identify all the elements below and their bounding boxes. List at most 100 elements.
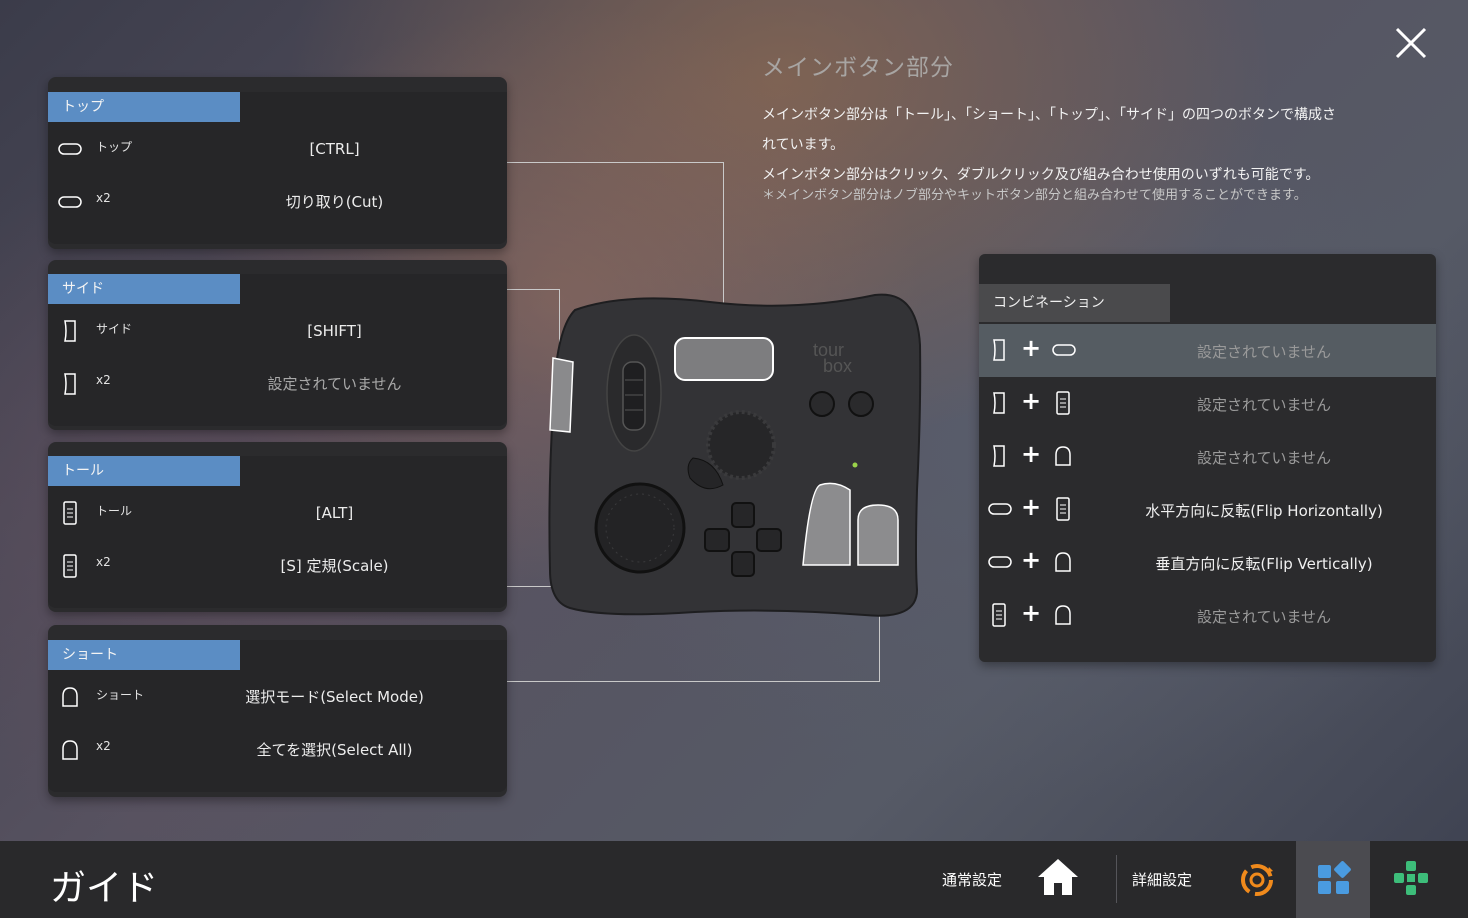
mapping-row[interactable]: x2 設定されていません: [48, 357, 507, 410]
card-title: ショート: [48, 640, 240, 670]
short-button-icon: [1055, 446, 1071, 466]
close-icon: [1395, 27, 1427, 59]
button-name: x2: [96, 555, 111, 569]
card-title: トップ: [48, 92, 240, 122]
description-line: れています。: [762, 137, 845, 153]
side-button-icon: [993, 445, 1005, 467]
plus-icon: +: [1021, 546, 1042, 574]
combination-row[interactable]: + 設定されていません: [979, 377, 1436, 430]
top-button-icon: [58, 142, 82, 155]
combination-row[interactable]: + 水平方向に反転(Flip Horizontally): [979, 483, 1436, 536]
logo-text: box: [823, 356, 852, 376]
combination-row[interactable]: + 設定されていません: [979, 589, 1436, 642]
sync-settings-button[interactable]: [1238, 861, 1276, 903]
description-note: ＊メインボタン部分はノブ部分やキットボタン部分と組み合わせて使用することができま…: [762, 188, 1307, 203]
mapping-row[interactable]: トール [ALT]: [48, 486, 507, 539]
tourbox-device: tour box: [545, 290, 930, 629]
tall-button-icon: [1056, 497, 1070, 521]
combination-panel: コンビネーション + 設定されていません + 設定されていません + 設定されて…: [979, 254, 1436, 662]
tall-button-icon: [63, 553, 77, 578]
bottom-bar: ガイド 通常設定 詳細設定: [0, 841, 1468, 918]
mapping-row[interactable]: ショート 選択モード(Select Mode): [48, 670, 507, 723]
combination-value: 設定されていません: [1196, 449, 1332, 467]
short-button: [857, 504, 899, 566]
button-name: x2: [96, 739, 111, 753]
tall-button-icon: [63, 500, 77, 525]
side-button-card: サイド サイド [SHIFT] x2 設定されていません: [48, 260, 507, 430]
guide-tab-button[interactable]: [1296, 841, 1370, 918]
side-button: [549, 357, 574, 433]
gear-sync-icon: [1241, 864, 1273, 896]
gamepad-icon: [1394, 861, 1428, 895]
short-button-icon: [62, 739, 78, 760]
description-line: メインボタン部分は「トール」、「ショート」、「トップ」、「サイド」の四つのボタン…: [762, 107, 1336, 123]
advanced-settings-link[interactable]: 詳細設定: [1132, 869, 1192, 890]
combination-row[interactable]: + 垂直方向に反転(Flip Vertically): [979, 536, 1436, 589]
combination-row[interactable]: + 設定されていません: [979, 324, 1436, 377]
mapping-row[interactable]: x2 全てを選択(Select All): [48, 723, 507, 776]
mapping-row[interactable]: x2 切り取り(Cut): [48, 175, 507, 228]
page-title: ガイド: [50, 868, 159, 909]
mapping-row[interactable]: x2 [S] 定規(Scale): [48, 539, 507, 592]
action-value: 選択モード(Select Mode): [245, 688, 424, 706]
action-value: [SHIFT]: [307, 321, 362, 340]
top-button-icon: [1052, 344, 1076, 356]
tall-button-card: トール トール [ALT] x2 [S] 定規(Scale): [48, 442, 507, 612]
plus-icon: +: [1021, 493, 1042, 521]
home-button[interactable]: [1036, 857, 1080, 901]
top-button-icon: [988, 503, 1012, 515]
grid-widget-icon: [1318, 861, 1351, 894]
gamepad-button[interactable]: [1392, 859, 1430, 901]
divider: [1116, 855, 1117, 903]
side-button-icon: [993, 339, 1005, 361]
action-value: 切り取り(Cut): [285, 193, 384, 211]
description-panel: メインボタン部分 メインボタン部分は「トール」、「ショート」、「トップ」、「サイ…: [762, 48, 1362, 206]
button-name: ショート: [96, 688, 145, 702]
action-value: 設定されていません: [267, 375, 402, 393]
button-name: サイド: [96, 322, 133, 336]
status-led: [852, 462, 858, 468]
combination-value: 設定されていません: [1196, 343, 1332, 361]
plus-icon: +: [1021, 387, 1042, 415]
normal-settings-link[interactable]: 通常設定: [942, 869, 1002, 890]
short-button-card: ショート ショート 選択モード(Select Mode) x2 全てを選択(Se…: [48, 625, 507, 797]
mapping-row[interactable]: サイド [SHIFT]: [48, 304, 507, 357]
short-button-icon: [62, 686, 78, 707]
combination-value: 設定されていません: [1196, 396, 1332, 414]
button-name: x2: [96, 191, 111, 205]
plus-icon: +: [1021, 599, 1042, 627]
button-name: トップ: [96, 140, 133, 154]
home-icon: [1038, 859, 1078, 895]
combination-value: 水平方向に反転(Flip Horizontally): [1145, 502, 1383, 520]
mapping-row[interactable]: トップ [CTRL]: [48, 122, 507, 175]
plus-icon: +: [1021, 334, 1042, 362]
combination-title: コンビネーション: [979, 284, 1170, 322]
dial: [594, 482, 686, 574]
knob: [622, 361, 646, 431]
plus-icon: +: [1021, 440, 1042, 468]
top-button: [674, 337, 774, 381]
button-name: トール: [96, 504, 133, 518]
side-button-icon: [64, 319, 76, 342]
action-value: 全てを選択(Select All): [256, 741, 413, 759]
top-button-icon: [58, 195, 82, 208]
combination-value: 垂直方向に反転(Flip Vertically): [1155, 555, 1373, 573]
combination-value: 設定されていません: [1196, 608, 1332, 626]
side-button-icon: [993, 392, 1005, 414]
section-heading: メインボタン部分: [762, 55, 954, 81]
tall-button-icon: [1056, 391, 1070, 415]
scroll-wheel: [706, 410, 776, 480]
button-name: x2: [96, 373, 111, 387]
side-button-icon: [64, 372, 76, 395]
card-title: トール: [48, 456, 240, 486]
combination-row[interactable]: + 設定されていません: [979, 430, 1436, 483]
top-button-card: トップ トップ [CTRL] x2 切り取り(Cut): [48, 77, 507, 249]
close-button[interactable]: [1390, 22, 1432, 64]
short-button-icon: [1055, 552, 1071, 572]
card-title: サイド: [48, 274, 240, 304]
c1-button: [809, 391, 835, 417]
top-button-icon: [988, 556, 1012, 568]
action-value: [CTRL]: [309, 139, 360, 158]
tall-button-icon: [992, 603, 1006, 627]
action-value: [ALT]: [315, 503, 354, 522]
